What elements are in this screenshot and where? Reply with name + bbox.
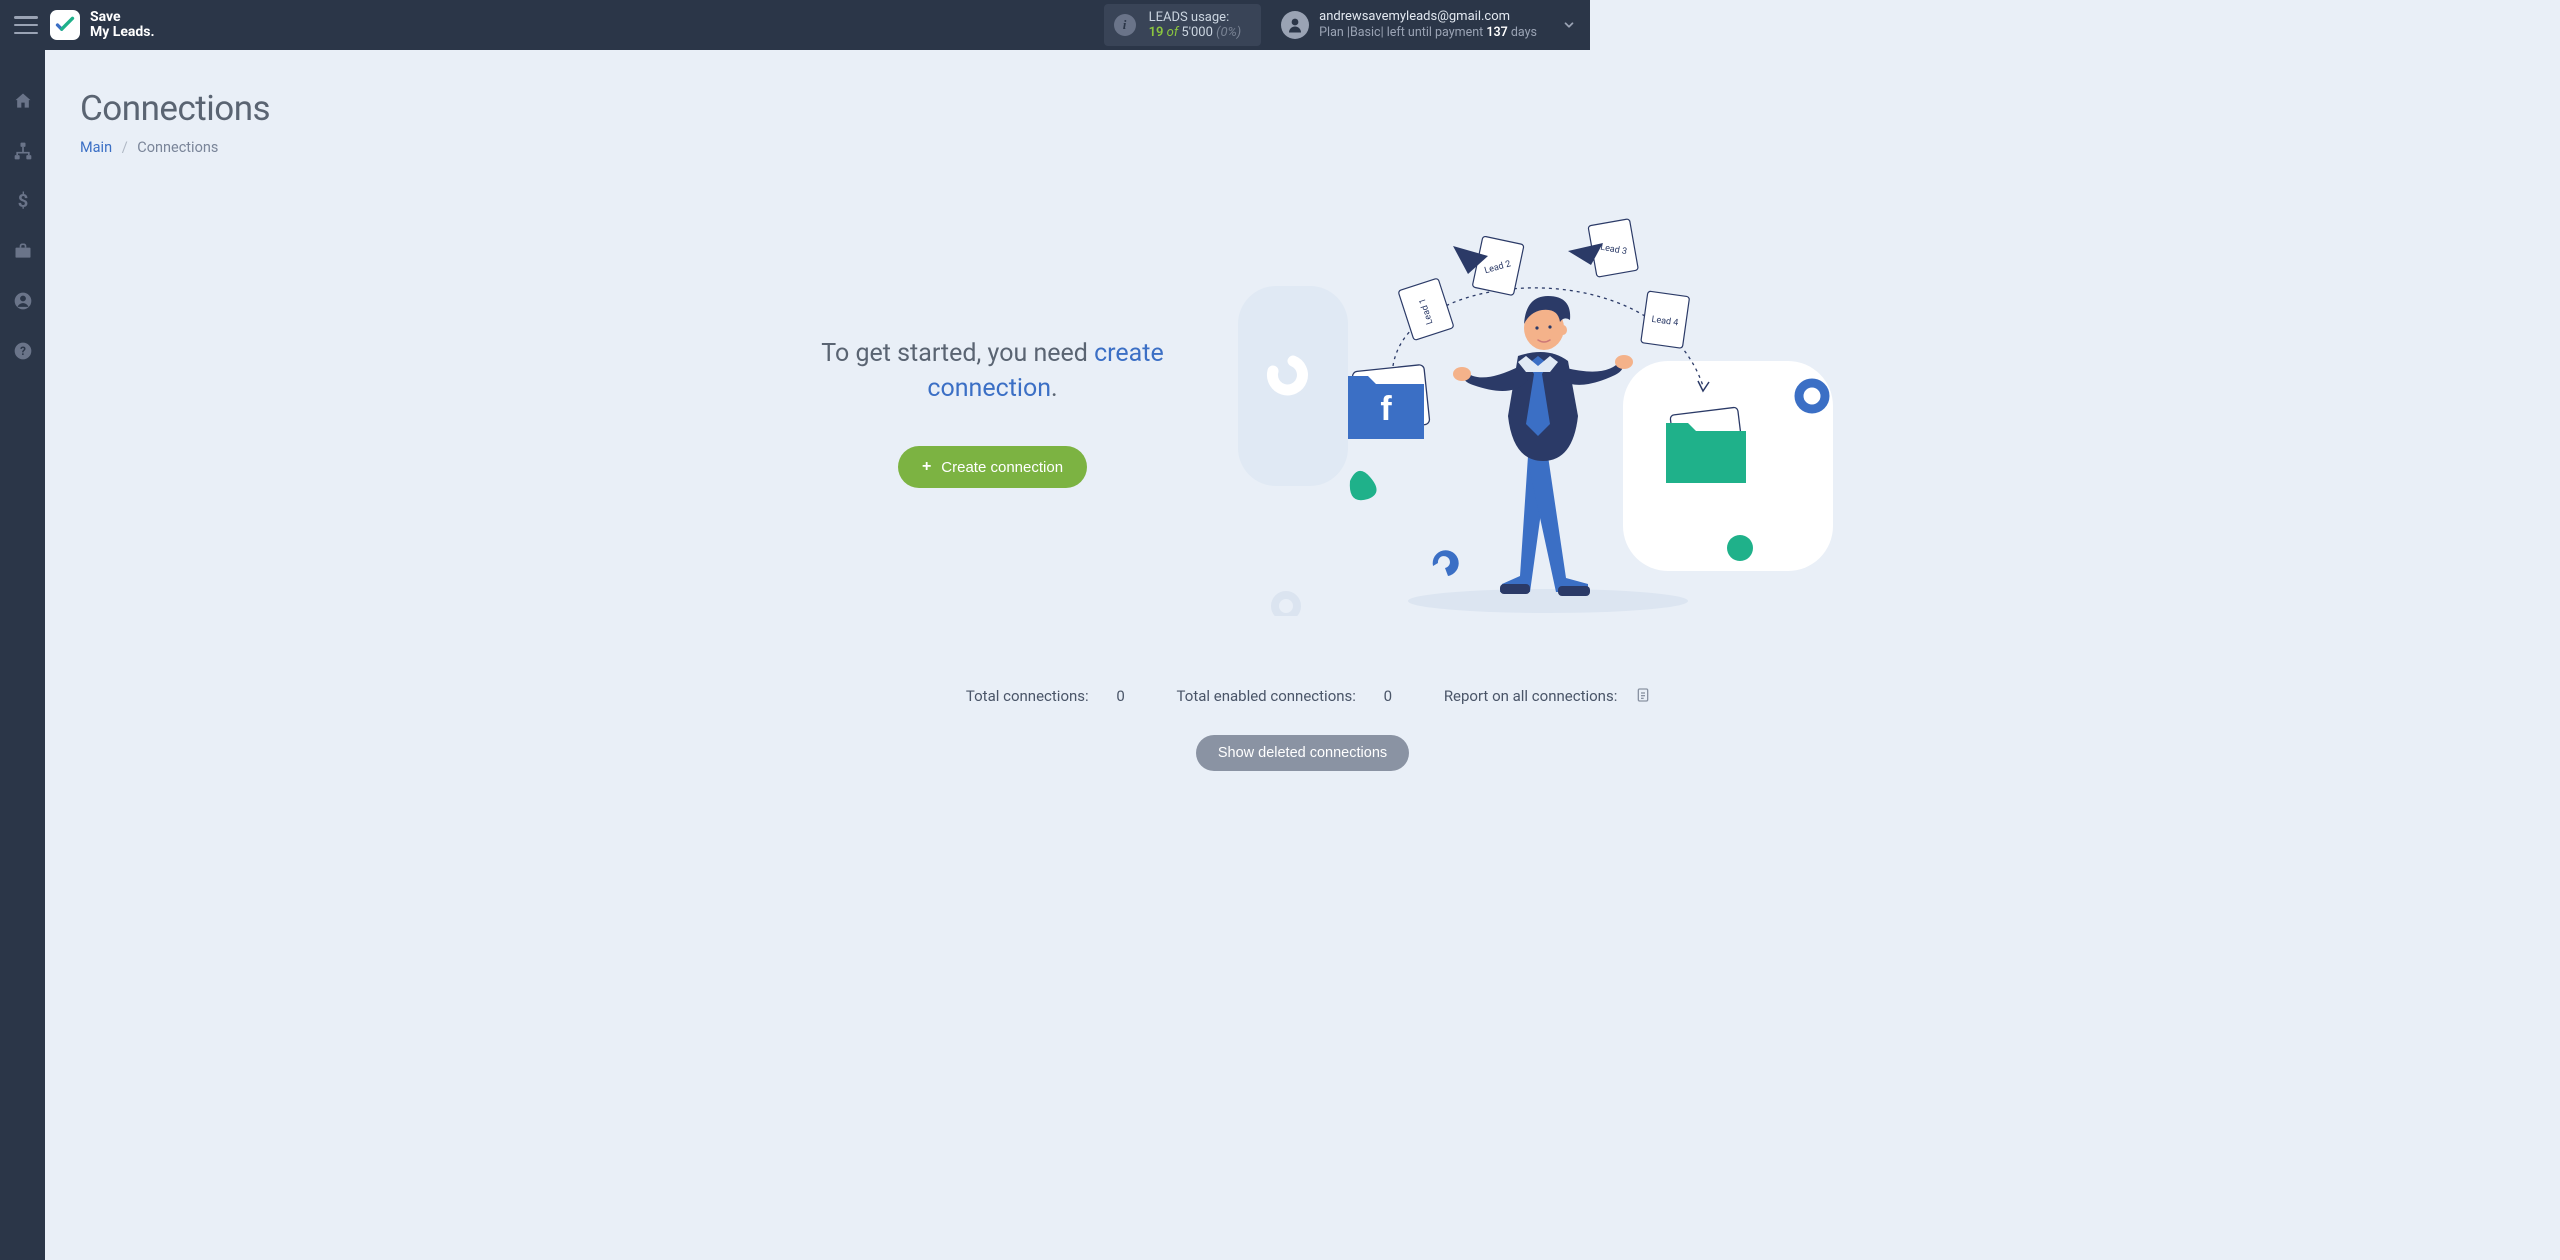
main-content: Connections Main / Connections To get st… [45,50,2560,1260]
empty-state-text: To get started, you need create connecti… [758,196,1228,488]
sidebar-item-help[interactable]: ? [12,340,34,362]
top-header: Save My Leads. i LEADS usage: 19 of 5'00… [0,0,1590,50]
check-icon [55,15,75,35]
sidebar-item-connections[interactable] [12,140,34,162]
leads-usage-value: 19 of 5'000 (0%) [1149,25,1242,40]
breadcrumb-current: Connections [137,139,218,156]
sidebar-item-account[interactable] [12,290,34,312]
dollar-icon: $ [13,191,33,211]
chevron-down-icon[interactable] [1562,18,1576,32]
empty-state-illustration: f Lead 1 Lead 2 [1228,196,1848,606]
svg-text:f: f [1380,390,1392,428]
leads-usage-label: LEADS usage: [1149,10,1242,25]
page-title: Connections [80,88,2560,129]
empty-message: To get started, you need create connecti… [758,336,1228,406]
sitemap-icon [13,141,33,161]
app-logo[interactable] [50,10,80,40]
stat-report: Report on all connections: [1432,687,1651,705]
sidebar-item-briefcase[interactable] [12,240,34,262]
report-icon[interactable] [1635,686,1651,704]
breadcrumb-separator: / [122,139,128,156]
left-sidebar: $ ? [0,50,45,1260]
plus-icon: + [922,458,931,476]
help-icon: ? [13,341,33,361]
svg-text:?: ? [20,344,26,358]
stat-total: Total connections: 0 [954,687,1137,705]
sidebar-item-billing[interactable]: $ [12,190,34,212]
menu-toggle[interactable] [14,16,38,34]
stats-row: Total connections: 0 Total enabled conne… [45,686,2560,705]
create-connection-button[interactable]: + Create connection [898,446,1087,488]
brand-name: Save My Leads. [90,10,155,40]
user-info: andrewsavemyleads@gmail.com Plan |Basic|… [1319,9,1537,41]
stat-enabled: Total enabled connections: 0 [1165,687,1405,705]
briefcase-icon [13,241,33,261]
svg-text:$: $ [17,191,28,211]
sidebar-item-home[interactable] [12,90,34,112]
user-icon [1286,16,1304,34]
avatar [1281,11,1309,39]
info-icon: i [1114,14,1136,36]
breadcrumb-main[interactable]: Main [80,139,112,156]
breadcrumb: Main / Connections [80,139,2560,156]
user-circle-icon [13,291,33,311]
home-icon [13,91,33,111]
show-deleted-button[interactable]: Show deleted connections [1196,735,1409,771]
leads-usage-box[interactable]: i LEADS usage: 19 of 5'000 (0%) [1104,4,1262,46]
user-menu[interactable]: andrewsavemyleads@gmail.com Plan |Basic|… [1281,9,1576,41]
empty-state: To get started, you need create connecti… [45,196,2560,606]
